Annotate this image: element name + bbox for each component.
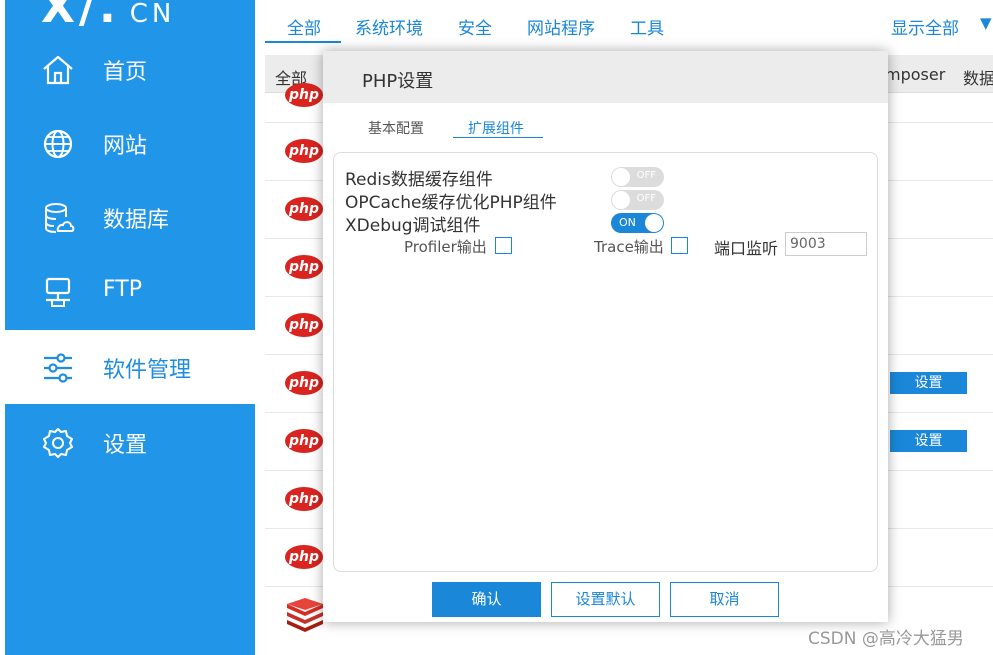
active-tab-underline <box>453 137 543 138</box>
toggle-knob <box>612 191 630 209</box>
xdebug-toggle[interactable]: ON <box>611 213 664 233</box>
sidebar-item-home[interactable]: 首页 <box>5 32 255 106</box>
sidebar: X/. CN 首页 网站 数据库 FTP 软件管理 设置 <box>5 0 255 655</box>
xdebug-option-label: XDebug调试组件 <box>345 216 481 236</box>
sidebar-item-label: 设置 <box>103 433 148 458</box>
logo-main: X/. <box>41 0 120 33</box>
toggle-knob <box>645 214 663 232</box>
tab-basic-config[interactable]: 基本配置 <box>368 118 424 138</box>
php-logo-icon: php <box>285 139 323 163</box>
php-logo-icon: php <box>285 545 323 569</box>
logo: X/. CN <box>41 0 175 33</box>
sidebar-item-label: 数据库 <box>103 208 170 233</box>
profiler-output-checkbox[interactable] <box>495 237 512 254</box>
opcache-toggle[interactable]: OFF <box>611 190 664 210</box>
sidebar-item-label: 网站 <box>103 134 148 159</box>
gear-icon <box>43 428 73 458</box>
sidebar-item-software[interactable]: 软件管理 <box>5 330 255 404</box>
dialog-header: PHP设置 <box>323 51 888 103</box>
trace-output-label: Trace输出 <box>594 238 664 256</box>
set-default-button[interactable]: 设置默认 <box>551 582 660 617</box>
active-tab-underline <box>265 41 341 43</box>
sidebar-item-settings[interactable]: 设置 <box>5 405 255 479</box>
sidebar-item-ftp[interactable]: FTP <box>5 255 255 329</box>
database-icon <box>45 203 75 233</box>
tab-extensions[interactable]: 扩展组件 <box>468 118 524 138</box>
tab-all[interactable]: 全部 <box>287 14 321 39</box>
globe-icon <box>43 129 73 159</box>
php-logo-icon: php <box>285 255 323 279</box>
extensions-panel: Redis数据缓存组件 OFF OPCache缓存优化PHP组件 OFF XDe… <box>333 152 878 572</box>
logo-suffix: CN <box>129 0 176 29</box>
tab-system-env[interactable]: 系统环境 <box>355 14 423 39</box>
set-button[interactable]: 设置 <box>890 430 967 452</box>
port-listen-input[interactable] <box>785 232 867 256</box>
tab-tools[interactable]: 工具 <box>630 14 664 39</box>
tab-site-programs[interactable]: 网站程序 <box>527 14 595 39</box>
sidebar-item-database[interactable]: 数据库 <box>5 180 255 254</box>
sub-tab-composer[interactable]: mposer <box>885 65 945 84</box>
trace-output-checkbox[interactable] <box>671 237 688 254</box>
set-button[interactable]: 设置 <box>890 372 967 394</box>
chevron-down-icon[interactable]: ▼ <box>980 14 992 32</box>
php-logo-icon: php <box>285 197 323 221</box>
watermark: CSDN @高冷大猛男 <box>808 629 964 649</box>
toggle-state-text: ON <box>619 216 636 229</box>
redis-option-label: Redis数据缓存组件 <box>345 170 493 190</box>
sidebar-item-label: 软件管理 <box>103 358 192 383</box>
port-listen-label: 端口监听 <box>714 239 779 258</box>
tab-security[interactable]: 安全 <box>458 14 492 39</box>
toggle-knob <box>612 168 630 186</box>
app-window: X/. CN 首页 网站 数据库 FTP 软件管理 设置 全部 系统环境 安全 … <box>0 0 993 655</box>
redis-toggle[interactable]: OFF <box>611 167 664 187</box>
php-settings-dialog: PHP设置 基本配置 扩展组件 Redis数据缓存组件 OFF OPCache缓… <box>323 51 888 622</box>
sidebar-item-website[interactable]: 网站 <box>5 106 255 180</box>
dialog-title: PHP设置 <box>362 71 434 92</box>
sidebar-item-label: 首页 <box>103 60 148 85</box>
php-logo-icon: php <box>285 313 323 337</box>
toggle-state-text: OFF <box>636 170 656 181</box>
php-logo-icon: php <box>285 487 323 511</box>
php-logo-icon: php <box>285 371 323 395</box>
sub-tab-data[interactable]: 数据 <box>963 65 993 89</box>
home-icon <box>43 55 73 85</box>
top-tabbar: 全部 系统环境 安全 网站程序 工具 显示全部 ▼ <box>265 0 993 44</box>
php-logo-icon: php <box>285 429 323 453</box>
php-logo-icon: php <box>285 83 323 107</box>
cancel-button[interactable]: 取消 <box>670 582 779 617</box>
confirm-button[interactable]: 确认 <box>432 582 541 617</box>
ftp-icon <box>45 277 71 307</box>
sliders-icon <box>44 353 72 383</box>
profiler-output-label: Profiler输出 <box>404 238 487 256</box>
opcache-option-label: OPCache缓存优化PHP组件 <box>345 193 557 213</box>
show-all-link[interactable]: 显示全部 <box>891 14 959 39</box>
toggle-state-text: OFF <box>636 193 656 204</box>
sidebar-item-label: FTP <box>103 277 142 302</box>
redis-logo-icon <box>287 598 323 632</box>
